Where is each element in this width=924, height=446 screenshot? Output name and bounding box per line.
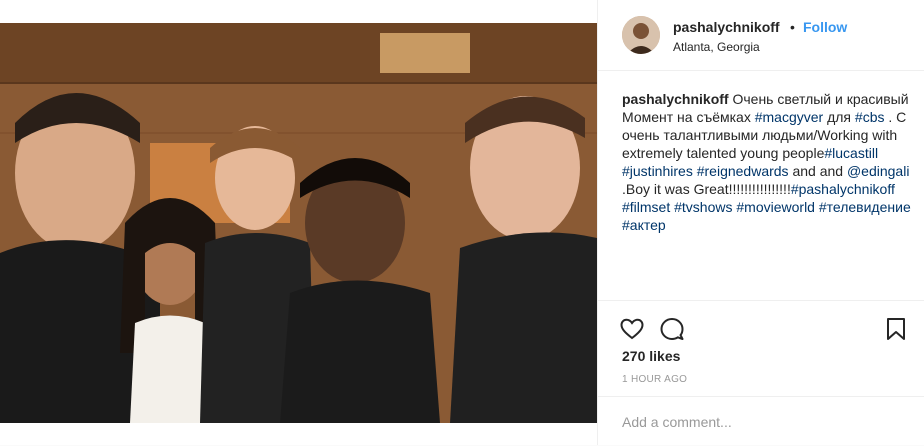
follow-button[interactable]: Follow	[803, 19, 847, 35]
caption-text: для	[823, 109, 855, 125]
comment-box	[598, 396, 924, 446]
group-photo-illustration	[0, 23, 597, 423]
post-side-panel: pashalychnikoff • Follow Atlanta, Georgi…	[597, 0, 924, 445]
avatar[interactable]	[622, 16, 660, 54]
caption-hashtag-link[interactable]: #movieworld	[736, 199, 815, 215]
caption-hashtag-link[interactable]: #filmset	[622, 199, 670, 215]
comment-bubble-icon[interactable]	[660, 317, 684, 346]
caption-username[interactable]: pashalychnikoff	[622, 91, 729, 107]
avatar-image	[622, 16, 660, 54]
post-timestamp[interactable]: 1 HOUR AGO	[622, 374, 687, 385]
caption-hashtag-link[interactable]: #lucastill	[824, 145, 878, 161]
bookmark-icon[interactable]	[886, 317, 906, 346]
caption-hashtag-link[interactable]: #tvshows	[674, 199, 732, 215]
post-location[interactable]: Atlanta, Georgia	[673, 40, 760, 54]
comment-input[interactable]	[620, 411, 914, 433]
caption-hashtag-link[interactable]: #телевидение	[819, 199, 911, 215]
caption-text: and and	[788, 163, 847, 179]
post-photo[interactable]	[0, 23, 597, 423]
likes-count[interactable]: 270 likes	[622, 348, 680, 364]
caption-hashtag-link[interactable]: #cbs	[855, 109, 885, 125]
heart-icon[interactable]	[620, 317, 644, 346]
caption-hashtag-link[interactable]: #актер	[622, 217, 666, 233]
caption-hashtag-link[interactable]: #pashalychnikoff	[791, 181, 895, 197]
separator-dot: •	[790, 19, 795, 35]
caption-hashtag-link[interactable]: #reignedwards	[697, 163, 789, 179]
post-header: pashalychnikoff • Follow Atlanta, Georgi…	[598, 0, 924, 71]
caption-hashtag-link[interactable]: #justinhires	[622, 163, 693, 179]
caption-hashtag-link[interactable]: #macgyver	[755, 109, 823, 125]
caption-text: .Boy it was Great!!!!!!!!!!!!!!!!	[622, 181, 791, 197]
caption-body: Очень светлый и красивый Момент на съёмк…	[622, 91, 911, 233]
caption-hashtag-link[interactable]: @edingali	[847, 163, 909, 179]
post-caption: pashalychnikoff Очень светлый и красивый…	[622, 90, 912, 234]
author-username[interactable]: pashalychnikoff	[673, 19, 780, 35]
instagram-post-frame: pashalychnikoff • Follow Atlanta, Georgi…	[0, 0, 924, 445]
